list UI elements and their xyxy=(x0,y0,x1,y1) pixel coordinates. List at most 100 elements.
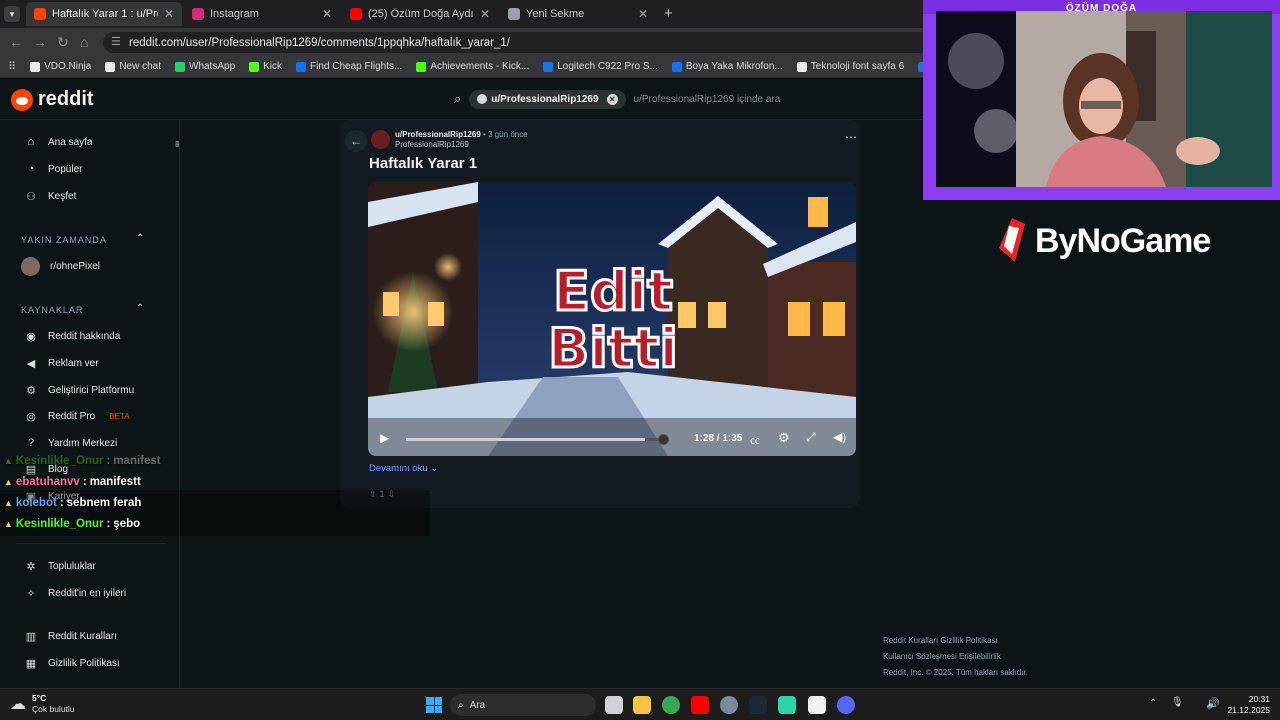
microphone-icon[interactable]: 🎙 xyxy=(1171,697,1184,708)
sidebar-item[interactable]: ⚙ Geliştirici Platformu xyxy=(24,383,134,397)
notes-app-icon[interactable] xyxy=(808,696,826,714)
volume-tray-icon[interactable]: 🔊 xyxy=(1206,697,1220,710)
sidebar-item[interactable]: ⌂ Ana sayfa xyxy=(24,135,93,149)
collapse-sidebar-icon[interactable]: ≡ xyxy=(175,137,179,151)
tray-chevron-icon[interactable]: ⌃ xyxy=(1149,698,1157,709)
sidebar-item-label: Gizlilik Politikası xyxy=(48,657,120,669)
tab-4[interactable]: Yeni Sekme ✕ xyxy=(500,2,656,26)
settings-icon[interactable] xyxy=(720,696,738,714)
task-view-icon[interactable] xyxy=(605,696,623,714)
sidebar-item[interactable]: ▦ Gizlilik Politikası xyxy=(24,656,120,670)
settings-gear-icon[interactable]: ⚙ xyxy=(778,430,790,446)
search-bar[interactable]: ⌕ u/ProfessionalRip1269 ✕ u/Professional… xyxy=(454,86,924,112)
resources-section-title[interactable]: KAYNAKLAR xyxy=(21,305,83,315)
sidebar-item-label: Popüler xyxy=(48,163,83,175)
back-icon[interactable]: ← xyxy=(9,34,23,50)
windows-start-icon[interactable] xyxy=(426,697,442,713)
chrome-icon[interactable] xyxy=(662,696,680,714)
new-tab-button[interactable]: + xyxy=(664,5,673,22)
video-caption-edit: Edit xyxy=(553,260,673,323)
collapse-resources-icon[interactable]: ⌃ xyxy=(136,303,144,314)
clock[interactable]: 20:31 21.12.2025 xyxy=(1226,694,1270,716)
clear-chip-icon[interactable]: ✕ xyxy=(606,93,618,105)
more-options-icon[interactable]: ⋯ xyxy=(845,130,857,144)
reddit-logo[interactable]: reddit xyxy=(11,88,94,111)
progress-handle[interactable] xyxy=(658,434,669,445)
weather-temp: 5°C xyxy=(32,693,47,703)
home-icon[interactable]: ⌂ xyxy=(80,34,88,50)
sidebar-divider xyxy=(16,543,166,544)
search-scope-chip[interactable]: u/ProfessionalRip1269 ✕ xyxy=(469,89,626,109)
sidebar-item[interactable]: ✲ Topluluklar xyxy=(24,559,95,573)
play-icon[interactable]: ▶ xyxy=(380,431,389,445)
bookmark-item[interactable]: Find Cheap Flights... xyxy=(296,61,402,72)
weather-widget[interactable]: ☁ 5°C Çok bulutlu xyxy=(10,693,75,715)
camera-feed-image xyxy=(936,11,1272,187)
bookmark-icon xyxy=(796,61,807,72)
tab-favicon-icon xyxy=(350,8,362,20)
bookmark-item[interactable]: Kick xyxy=(249,61,282,72)
sidebar-item-label: Reddit'in en iyileri xyxy=(48,587,127,599)
rules-icon: ▥ xyxy=(25,630,37,643)
sidebar-item[interactable]: ▥ Reddit Kuralları xyxy=(24,629,117,643)
close-tab-icon[interactable]: ✕ xyxy=(480,7,490,21)
sidebar-item-recent[interactable]: r/ohnePixel xyxy=(21,257,100,276)
tab-favicon-icon xyxy=(192,8,204,20)
bookmark-item[interactable]: Teknoloji font sayfa 6 xyxy=(796,61,905,72)
post-author[interactable]: u/ProfessionalRip1269 xyxy=(395,130,481,139)
back-arrow-icon[interactable]: ← xyxy=(345,130,367,152)
footer-line-2[interactable]: Kullanıcı Sözleşmesi Erişilebilirlik xyxy=(883,649,1028,665)
bookmark-item[interactable]: VDO.Ninja xyxy=(30,61,91,72)
close-tab-icon[interactable]: ✕ xyxy=(638,7,648,21)
chat-badge-icon: ▲ xyxy=(4,477,13,487)
close-tab-icon[interactable]: ✕ xyxy=(164,7,174,21)
tab-search-button[interactable]: ▾ xyxy=(4,6,20,22)
sidebar-item[interactable]: ◉ Reddit hakkında xyxy=(24,329,120,343)
video-progress-track[interactable] xyxy=(406,434,669,445)
search-input[interactable]: u/ProfessionalRip1269 içinde ara xyxy=(634,94,781,105)
bookmark-item[interactable]: New chat xyxy=(105,61,161,72)
user-avatar-icon xyxy=(477,94,488,104)
captions-icon[interactable]: ㏄ xyxy=(750,432,760,447)
tab-2[interactable]: Instagram ✕ xyxy=(184,2,340,26)
bookmark-item[interactable]: WhatsApp xyxy=(175,61,235,72)
tab-1[interactable]: Haftalık Yarar 1 : u/Professional ✕ xyxy=(26,2,182,26)
volume-icon[interactable]: ◀) xyxy=(833,430,846,444)
reload-icon[interactable]: ↻ xyxy=(57,34,69,51)
video-time: 1:28 / 1:35 xyxy=(694,433,743,444)
search-icon: ⌕ xyxy=(458,699,464,711)
bookmark-item[interactable]: Boya Yaka Mikrofon... xyxy=(671,61,783,72)
site-info-icon[interactable]: ☰ xyxy=(111,35,121,48)
close-tab-icon[interactable]: ✕ xyxy=(322,7,332,21)
taskbar-search-label: Ara xyxy=(469,699,486,711)
steam-icon[interactable] xyxy=(749,696,767,714)
video-player[interactable]: Edit Bitti ▶ 1:28 / 1:35 ㏄ ⚙ ⤢ ◀) xyxy=(368,182,856,456)
collapse-recent-icon[interactable]: ⌃ xyxy=(136,233,144,244)
sidebar-item[interactable]: ◎ Reddit Pro BETA xyxy=(24,409,129,423)
author-avatar[interactable] xyxy=(371,130,390,149)
sidebar-item-label: Reddit Kuralları xyxy=(48,630,117,642)
chat-username: Kesinlikle_Onur xyxy=(15,518,104,530)
youtube-icon[interactable] xyxy=(691,696,709,714)
bookmark-item[interactable]: Logitech C922 Pro S... xyxy=(543,61,658,72)
sidebar-item[interactable]: ⚇ Keşfet xyxy=(24,189,76,203)
sidebar-item[interactable]: ? Yardım Merkezi xyxy=(24,436,117,450)
apps-icon[interactable]: ⠿ xyxy=(8,60,16,73)
streaming-app-icon[interactable] xyxy=(778,696,796,714)
tab-3[interactable]: (25) Özüm Doğa Aydın - YouTu ✕ xyxy=(342,2,498,26)
discord-icon[interactable] xyxy=(837,696,855,714)
file-explorer-icon[interactable] xyxy=(633,696,651,714)
url-field[interactable]: ☰ reddit.com/user/ProfessionalRip1269/co… xyxy=(103,32,933,53)
clock-date: 21.12.2025 xyxy=(1227,705,1270,715)
sidebar-item[interactable]: ◔ Popüler xyxy=(24,162,83,176)
sidebar-item[interactable]: ◀ Reklam ver xyxy=(24,356,99,370)
footer-line-1[interactable]: Reddit Kuralları Gizlilik Politikası xyxy=(883,633,1028,649)
recent-section-title[interactable]: YAKIN ZAMANDA xyxy=(21,235,107,245)
forward-icon[interactable]: → xyxy=(33,34,47,50)
chat-message: ▲ ebatuhanvv: manifestt xyxy=(4,476,141,488)
bookmark-label: Teknoloji font sayfa 6 xyxy=(810,61,905,72)
bookmark-item[interactable]: Achievements - Kick... xyxy=(416,61,529,72)
sidebar-item[interactable]: ✧ Reddit'in en iyileri xyxy=(24,586,126,600)
fullscreen-icon[interactable]: ⤢ xyxy=(806,430,816,445)
taskbar-search[interactable]: ⌕ Ara xyxy=(450,694,596,716)
